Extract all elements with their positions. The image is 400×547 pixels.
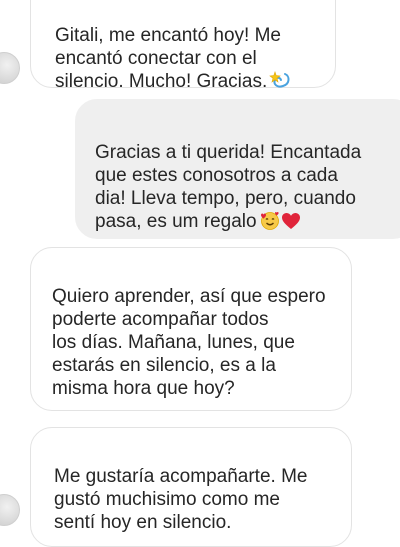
message-thread: Gitali, me encantó hoy! Me encantó conec… <box>0 0 400 547</box>
message-bubble-received[interactable]: Me gustaría acompañarte. Me gustó muchis… <box>30 427 352 547</box>
message-text: Me gustaría acompañarte. Me gustó muchis… <box>54 466 308 533</box>
message-text: Gracias a ti querida! Encantada que este… <box>95 142 362 232</box>
smiling-face-with-hearts-emoji-icon <box>259 210 281 236</box>
red-heart-emoji-icon <box>281 212 301 236</box>
message-text: Quiero aprender, así que espero poderte … <box>52 286 326 399</box>
dizzy-emoji-icon <box>269 70 291 96</box>
message-text: Gitali, me encantó hoy! Me encantó conec… <box>55 25 281 92</box>
message-bubble-received[interactable]: Gitali, me encantó hoy! Me encantó conec… <box>30 0 336 92</box>
message-bubble-received[interactable]: Quiero aprender, así que espero poderte … <box>30 247 352 411</box>
message-bubble-sent[interactable]: Gracias a ti querida! Encantada que este… <box>75 99 400 239</box>
contact-avatar[interactable] <box>0 52 20 84</box>
contact-avatar[interactable] <box>0 494 20 526</box>
